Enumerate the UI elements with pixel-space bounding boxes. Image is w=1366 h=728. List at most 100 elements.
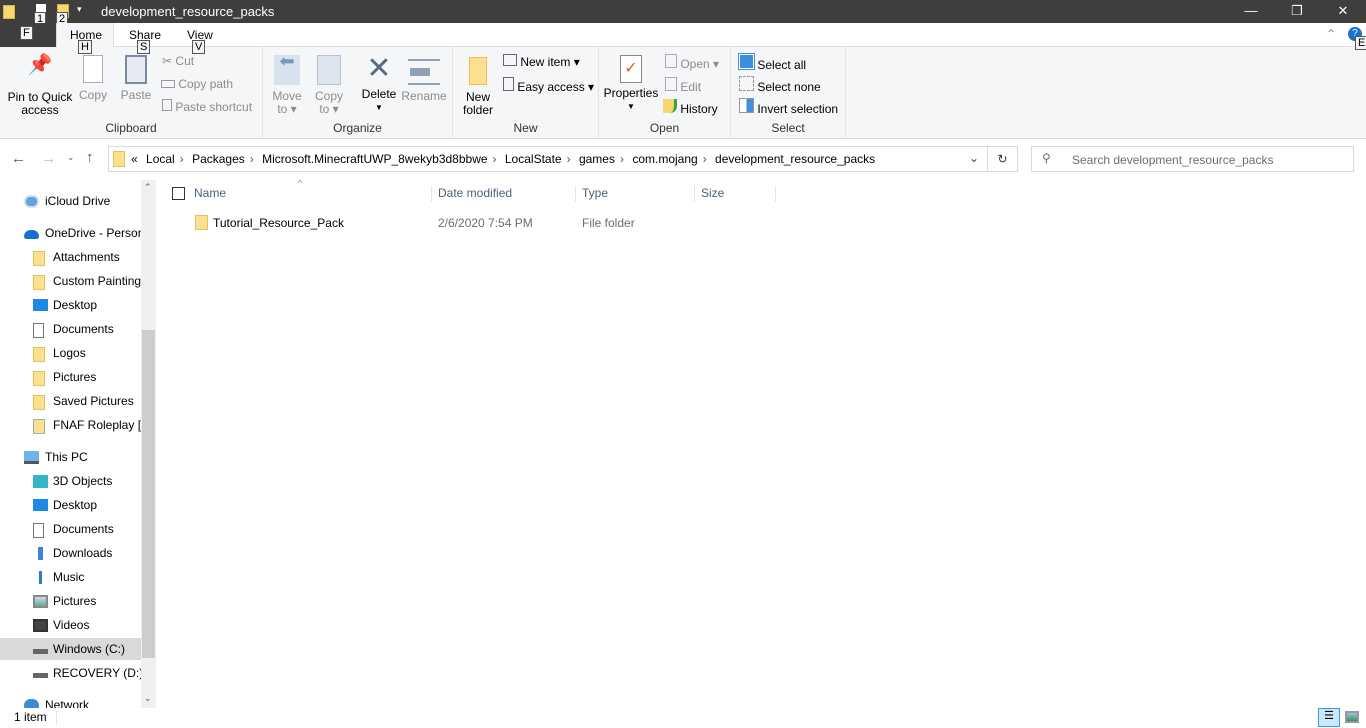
customize-quick-access-icon[interactable]: ▾	[77, 4, 82, 15]
chevron-right-icon[interactable]: ›	[493, 152, 497, 166]
address-bar[interactable]: « Local › Packages › Microsoft.MinecraftUW…	[108, 146, 988, 172]
nav-item[interactable]: iCloud Drive	[0, 190, 141, 212]
nav-item[interactable]: OneDrive - Personal	[0, 222, 141, 244]
copy-to-label-2: to ▾	[319, 102, 339, 116]
chevron-right-icon[interactable]: ›	[620, 152, 624, 166]
rename-button[interactable]: Rename	[401, 55, 447, 103]
copy-to-button[interactable]: Copy to ▾	[311, 55, 347, 116]
invert-selection-button[interactable]: Invert selection	[739, 98, 838, 116]
minimize-button[interactable]: —	[1228, 0, 1274, 23]
move-to-button[interactable]: ⬅ Move to ▾	[269, 52, 305, 116]
new-folder-icon	[469, 57, 487, 85]
breadcrumb-item[interactable]: Packages	[192, 152, 245, 166]
address-dropdown-icon[interactable]: ⌄	[969, 151, 979, 165]
breadcrumb-item[interactable]: LocalState	[505, 152, 562, 166]
nav-item[interactable]: Documents	[0, 318, 141, 340]
up-button[interactable]: ↑	[86, 149, 94, 166]
move-label-2: to ▾	[277, 102, 297, 116]
breadcrumb-overflow[interactable]: «	[131, 152, 138, 166]
desktop-icon	[33, 499, 48, 511]
select-none-button[interactable]: Select none	[739, 76, 821, 94]
scissors-icon: ✂	[162, 54, 173, 68]
copy-path-button[interactable]: Copy path	[161, 77, 233, 91]
recent-locations-button[interactable]: ⌄	[67, 152, 75, 163]
nav-item[interactable]: Windows (C:)	[0, 638, 141, 660]
file-row[interactable]: Tutorial_Resource_Pack 2/6/2020 7:54 PM …	[164, 212, 776, 234]
nav-item[interactable]: Saved Pictures	[0, 390, 141, 412]
forward-button[interactable]: →	[41, 150, 56, 167]
properties-dropdown-icon[interactable]: ▼	[603, 100, 659, 113]
scroll-up-icon[interactable]: ⌃	[144, 182, 152, 193]
details-view-button[interactable]: ☰	[1318, 708, 1340, 727]
breadcrumb-item[interactable]: com.mojang	[632, 152, 697, 166]
delete-dropdown-icon[interactable]: ▼	[359, 101, 399, 114]
breadcrumb-item[interactable]: development_resource_packs	[715, 152, 875, 166]
nav-item[interactable]: Pictures	[0, 590, 141, 612]
chevron-right-icon[interactable]: ›	[703, 152, 707, 166]
pc-icon	[24, 451, 39, 464]
collapse-ribbon-icon[interactable]: ⌃	[1326, 27, 1336, 41]
restore-button[interactable]: ❐	[1274, 0, 1320, 23]
organize-group: ⬅ Move to ▾ Copy to ▾ ✕ Delete ▼ Rename Org…	[263, 47, 453, 139]
close-button[interactable]: ✕	[1320, 0, 1366, 23]
copy-to-icon	[317, 55, 341, 85]
open-button[interactable]: Open ▾	[665, 54, 719, 71]
nav-item-label: iCloud Drive	[45, 194, 111, 208]
new-item-button[interactable]: New item ▾	[503, 54, 580, 69]
column-header-type[interactable]: Type	[576, 186, 695, 202]
nav-item[interactable]: RECOVERY (D:)	[0, 662, 141, 684]
pin-to-quick-access-button[interactable]: 📌 Pin to Quick access	[4, 55, 76, 117]
properties-button[interactable]: ✓ Properties ▼	[603, 55, 659, 113]
nav-item[interactable]: Music	[0, 566, 141, 588]
delete-button[interactable]: ✕ Delete ▼	[359, 53, 399, 114]
select-all-checkbox[interactable]	[172, 187, 185, 200]
refresh-button[interactable]: ↻	[988, 146, 1018, 172]
large-icons-view-button[interactable]	[1345, 711, 1359, 723]
back-button[interactable]: ←	[11, 150, 26, 167]
nav-item[interactable]: Attachments	[0, 246, 141, 268]
breadcrumb-item[interactable]: games	[579, 152, 615, 166]
history-button[interactable]: History	[663, 99, 718, 116]
nav-item[interactable]: Logos	[0, 342, 141, 364]
copy-button[interactable]: Copy	[76, 55, 110, 102]
scroll-down-icon[interactable]: ⌄	[144, 693, 152, 704]
nav-item[interactable]: Downloads	[0, 542, 141, 564]
file-tab[interactable]: F	[0, 23, 56, 47]
chevron-right-icon[interactable]: ›	[180, 152, 184, 166]
breadcrumb-item[interactable]: Local	[146, 152, 175, 166]
nav-item[interactable]: Network	[0, 694, 141, 708]
rename-label: Rename	[401, 89, 447, 103]
nav-item-label: RECOVERY (D:)	[53, 666, 141, 680]
cut-button[interactable]: ✂ Cut	[162, 54, 194, 68]
new-folder-button[interactable]: New folder	[459, 57, 497, 117]
icloud-icon	[24, 195, 39, 208]
edit-button[interactable]: Edit	[665, 77, 701, 94]
nav-item[interactable]: Pictures	[0, 366, 141, 388]
column-header-name[interactable]: Name	[188, 186, 432, 202]
column-header-date-modified[interactable]: Date modified	[432, 186, 576, 202]
nav-scrollbar-thumb[interactable]	[142, 330, 155, 658]
breadcrumb-item[interactable]: Microsoft.MinecraftUWP_8wekyb3d8bbwe	[262, 152, 487, 166]
paste-icon	[125, 55, 147, 84]
paste-shortcut-button[interactable]: Paste shortcut	[162, 99, 252, 114]
nav-item[interactable]: Documents	[0, 518, 141, 540]
nav-item-label: Documents	[53, 522, 114, 536]
nav-item-label: FNAF Roleplay [1]	[53, 418, 141, 432]
nav-item[interactable]: Videos	[0, 614, 141, 636]
nav-item[interactable]: 3D Objects	[0, 470, 141, 492]
chevron-right-icon[interactable]: ›	[250, 152, 254, 166]
open-label: Open	[680, 57, 710, 71]
chevron-right-icon[interactable]: ›	[567, 152, 571, 166]
nav-item[interactable]: Custom Paintings	[0, 270, 141, 292]
easy-access-button[interactable]: Easy access ▾	[503, 77, 594, 94]
column-header-size[interactable]: Size	[695, 186, 776, 202]
easy-access-label: Easy access	[517, 80, 585, 94]
nav-item[interactable]: Desktop	[0, 294, 141, 316]
nav-item[interactable]: This PC	[0, 446, 141, 468]
nav-item-label: Attachments	[53, 250, 120, 264]
paste-button[interactable]: Paste	[118, 55, 154, 102]
select-all-button[interactable]: Select all	[738, 53, 806, 72]
nav-item[interactable]: Desktop	[0, 494, 141, 516]
search-input[interactable]: ⚲ Search development_resource_packs	[1031, 146, 1354, 172]
nav-item[interactable]: FNAF Roleplay [1]	[0, 414, 141, 436]
